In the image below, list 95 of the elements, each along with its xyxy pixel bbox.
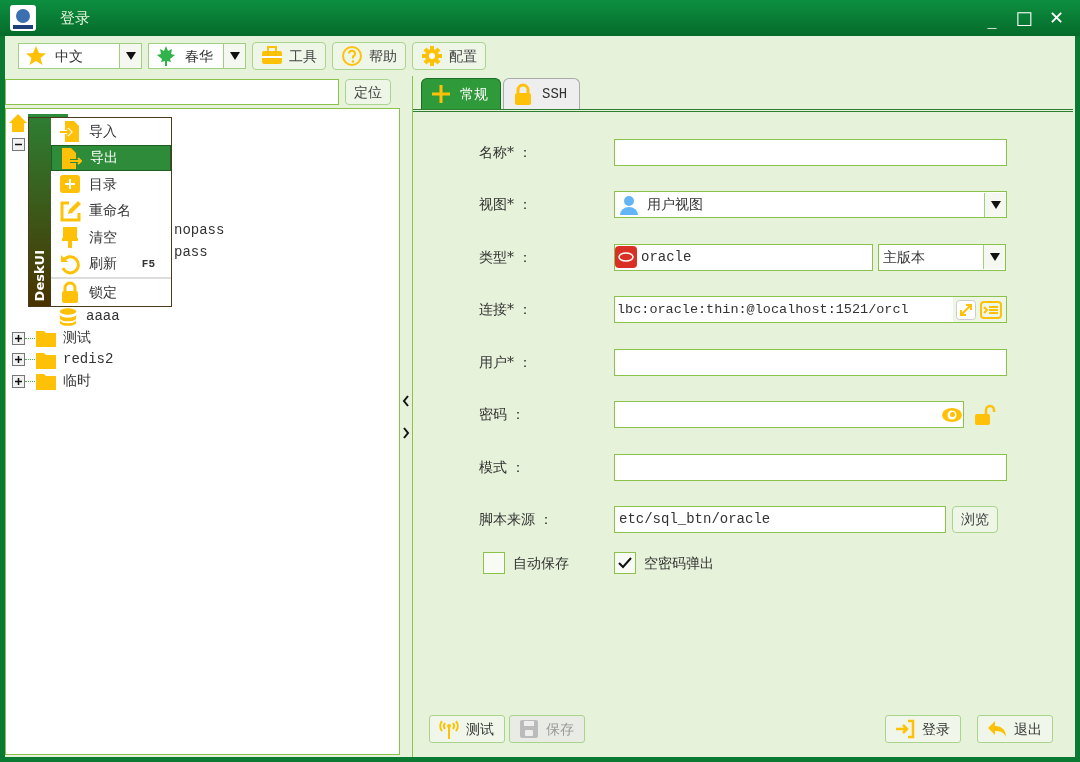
tree-item-label[interactable]: 临时 — [63, 370, 91, 392]
settings-icon — [421, 45, 443, 67]
tree-item-label[interactable]: nopass — [174, 220, 225, 242]
input-field[interactable] — [614, 348, 1007, 376]
menu-item[interactable]: 目录 — [51, 171, 171, 198]
window-title: 登录 — [60, 7, 90, 29]
star-icon — [25, 45, 47, 67]
locate-button[interactable]: 定位 — [345, 79, 391, 105]
home-icon — [8, 112, 28, 133]
type-field[interactable]: oracle — [614, 243, 873, 271]
checkbox[interactable] — [614, 552, 636, 574]
type-value: oracle — [641, 247, 692, 267]
edit-icon — [59, 199, 81, 222]
view-select[interactable]: 用户视图 — [614, 191, 1007, 219]
field-label: 类型* ： — [479, 247, 534, 267]
login-button[interactable]: 登录 — [885, 715, 961, 743]
tree-item-label[interactable]: pass — [174, 241, 208, 263]
menu-item[interactable]: 锁定 — [51, 279, 171, 306]
file-import-icon — [59, 120, 81, 143]
caret-icon — [229, 52, 240, 60]
checkbox-label: 空密码弹出 — [644, 553, 714, 573]
test-button[interactable]: 测试 — [429, 715, 505, 743]
tree-item-label[interactable]: 测试 — [63, 327, 91, 349]
minimize-button[interactable]: _ — [978, 9, 1006, 27]
select-value: 用户视图 — [647, 195, 703, 215]
brush-icon — [59, 226, 81, 249]
theme-select[interactable]: 春华 — [148, 43, 246, 69]
caret-icon — [990, 200, 1001, 209]
tools-button[interactable]: 工具 — [252, 42, 326, 70]
field-label: 用户* ： — [479, 352, 534, 372]
tree-item-label[interactable]: aaaa — [86, 306, 120, 328]
input-field[interactable] — [614, 138, 1007, 166]
maple-leaf-icon — [155, 45, 177, 67]
field-label: 名称* ： — [479, 142, 534, 162]
exit-button[interactable]: 退出 — [977, 715, 1053, 743]
caret-icon — [989, 253, 1000, 262]
user-icon — [619, 194, 639, 215]
language-value: 中文 — [55, 46, 83, 66]
antenna-icon — [438, 718, 460, 740]
checkbox[interactable] — [483, 552, 505, 574]
menu-item[interactable]: 导入 — [51, 118, 171, 145]
plus-icon — [430, 83, 452, 105]
menu-item[interactable]: 导出 — [51, 144, 171, 171]
config-button[interactable]: 配置 — [412, 42, 486, 70]
tab[interactable]: 常规 — [421, 78, 501, 109]
tab[interactable]: SSH — [503, 78, 581, 109]
dropdown-arrow-button[interactable] — [223, 44, 245, 68]
expand-right-icon[interactable] — [402, 426, 410, 439]
help-icon — [341, 45, 363, 67]
collapse-left-icon[interactable] — [402, 394, 410, 407]
menu-item[interactable]: 清空 — [51, 224, 171, 251]
field-label: 脚本来源 ： — [479, 510, 555, 530]
script-path-field[interactable]: etc/sql_btn/oracle — [614, 506, 946, 534]
save-icon — [518, 718, 540, 740]
database-icon — [58, 306, 78, 327]
app-logo-icon — [10, 5, 36, 31]
field-label: 视图* ： — [479, 195, 534, 215]
field-label: 密码 ： — [479, 405, 527, 425]
check-icon — [617, 556, 633, 570]
toolbox-icon — [261, 45, 283, 67]
menu-item[interactable]: 重命名 — [51, 197, 171, 224]
field-label: 模式 ： — [479, 457, 527, 477]
input-field[interactable] — [614, 453, 1007, 481]
locate-field[interactable] — [5, 79, 339, 105]
dropdown-arrow-button[interactable] — [119, 44, 141, 68]
menu-brand-label: DeskUI — [31, 250, 49, 302]
refresh-icon — [59, 252, 81, 275]
field-label: 连接* ： — [479, 300, 534, 320]
dropdown-arrow-button[interactable] — [984, 192, 1006, 217]
help-button[interactable]: 帮助 — [332, 42, 406, 70]
tree-item-label[interactable]: redis2 — [63, 349, 114, 371]
expand-toggle-icon[interactable] — [12, 353, 25, 367]
field-value: etc/sql_btn/oracle — [618, 510, 771, 530]
folder-add-icon — [59, 173, 81, 196]
language-select[interactable]: 中文 — [18, 43, 142, 69]
caret-icon — [125, 52, 136, 60]
expand-toggle-icon[interactable] — [12, 331, 25, 345]
file-export-icon — [60, 146, 82, 169]
login-icon — [894, 718, 916, 740]
lock-icon — [59, 281, 81, 304]
expand-toggle-icon[interactable] — [12, 374, 25, 388]
version-select[interactable]: 主版本 — [878, 243, 1006, 271]
close-button[interactable]: ✕ — [1042, 9, 1070, 27]
checkbox-label: 自动保存 — [513, 553, 569, 573]
theme-value: 春华 — [185, 46, 213, 66]
lock-icon — [512, 83, 534, 105]
dropdown-arrow-button[interactable] — [983, 245, 1005, 270]
password-field[interactable] — [614, 401, 964, 429]
browse-button[interactable]: 浏览 — [952, 506, 998, 534]
database-logo-icon — [615, 246, 637, 269]
select-value: 主版本 — [882, 247, 926, 267]
field-value: lbc:oracle:thin:@localhost:1521/orcl — [616, 300, 909, 319]
maximize-button[interactable]: □ — [1010, 9, 1038, 27]
menu-item[interactable]: 刷新 F5 — [51, 250, 171, 277]
collapse-toggle-icon[interactable] — [12, 137, 25, 151]
